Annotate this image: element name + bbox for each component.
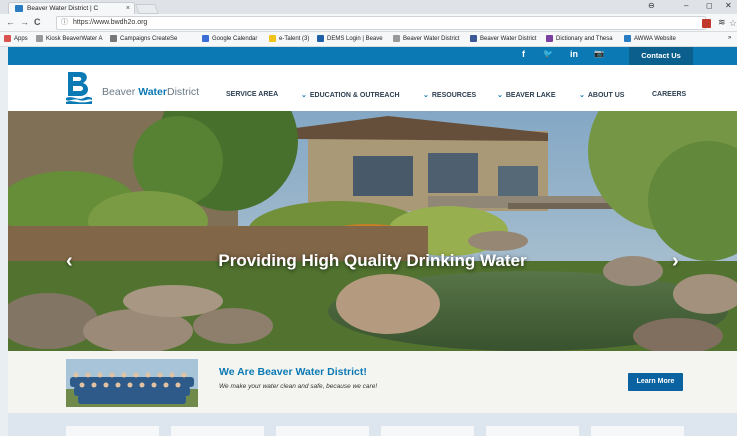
address-bar-row: ← → C ⓘ https://www.bwdh2o.org ☆ ≋ xyxy=(0,14,737,32)
instagram-icon[interactable]: 📷 xyxy=(594,49,604,58)
feature-card[interactable] xyxy=(486,426,579,436)
bookmark-apps[interactable]: Apps xyxy=(4,35,28,42)
browser-tab-bar: Beaver Water District | C × ⊖ – ◻ ✕ xyxy=(0,0,737,14)
page-icon xyxy=(393,35,400,42)
feature-card[interactable] xyxy=(276,426,369,436)
awwa-icon xyxy=(624,35,631,42)
facebook-icon[interactable]: f xyxy=(522,49,525,59)
chevron-down-icon: ⌄ xyxy=(301,92,307,99)
nav-service-area[interactable]: SERVICE AREA xyxy=(226,91,278,98)
url-text: https://www.bwdh2o.org xyxy=(73,19,148,26)
bookmark-item[interactable]: Google Calendar xyxy=(202,35,257,42)
twitter-icon[interactable]: 🐦 xyxy=(543,49,553,58)
beaver-water-logo-icon[interactable] xyxy=(66,71,92,104)
contact-us-button[interactable]: Contact Us xyxy=(629,47,693,65)
bookmark-star-icon[interactable]: ☆ xyxy=(729,17,737,29)
more-bookmarks-icon[interactable]: » xyxy=(728,35,731,41)
facebook-icon xyxy=(470,35,477,42)
hero-garden-photo xyxy=(8,111,737,351)
feature-card[interactable] xyxy=(66,426,159,436)
bookmark-item[interactable]: DEMS Login | Beave xyxy=(317,35,383,42)
bookmark-item[interactable]: Beaver Water District xyxy=(393,35,459,42)
bookmark-item[interactable]: AWWA Website xyxy=(624,35,676,42)
site-header: Beaver WaterDistrict SERVICE AREA ⌄ EDUCA… xyxy=(8,65,737,111)
chevron-down-icon: ⌄ xyxy=(579,92,585,99)
site-logo-text[interactable]: Beaver WaterDistrict xyxy=(102,86,199,98)
extension-icon[interactable] xyxy=(702,19,711,28)
page-icon xyxy=(36,35,43,42)
hero-title: Providing High Quality Drinking Water xyxy=(218,251,527,270)
feature-card[interactable] xyxy=(171,426,264,436)
intro-subtitle: We make your water clean and safe, becau… xyxy=(219,383,378,390)
forward-icon[interactable]: → xyxy=(20,17,29,27)
bookmark-item[interactable]: Campaigns CreateSe xyxy=(110,35,177,42)
dictionary-icon xyxy=(546,35,553,42)
hero-slider: Providing High Quality Drinking Water ‹ … xyxy=(8,111,737,351)
chevron-down-icon: ⌄ xyxy=(423,92,429,99)
layers-extension-icon[interactable]: ≋ xyxy=(718,17,726,28)
feature-cards-row xyxy=(8,413,737,436)
nav-careers[interactable]: CAREERS xyxy=(652,91,686,98)
bookmark-item[interactable]: e-Talent (3) xyxy=(269,35,309,42)
nav-about-us[interactable]: ⌄ ABOUT US xyxy=(579,91,624,99)
bookmark-item[interactable]: Dictionary and Thesa xyxy=(546,35,613,42)
url-field[interactable]: ⓘ https://www.bwdh2o.org ☆ xyxy=(56,16,737,30)
apps-grid-icon xyxy=(4,35,11,42)
slider-next-icon[interactable]: › xyxy=(672,250,679,273)
site-top-strip: f 🐦 in 📷 Contact Us xyxy=(8,47,737,65)
feature-card[interactable] xyxy=(591,426,684,436)
tab-title: Beaver Water District | C xyxy=(27,5,99,12)
bookmark-item[interactable]: Kiosk BeaverWater A xyxy=(36,35,102,42)
learn-more-button[interactable]: Learn More xyxy=(628,373,683,391)
calendar-icon xyxy=(202,35,209,42)
nav-education-outreach[interactable]: ⌄ EDUCATION & OUTREACH xyxy=(301,91,400,99)
reload-icon[interactable]: C xyxy=(34,17,41,27)
intro-title: We Are Beaver Water District! xyxy=(219,366,367,378)
campaigns-icon xyxy=(110,35,117,42)
staff-group-photo xyxy=(66,359,198,407)
nav-beaver-lake[interactable]: ⌄ BEAVER LAKE xyxy=(497,91,556,99)
tab-close-icon[interactable]: × xyxy=(126,3,130,14)
maximize-icon[interactable]: ◻ xyxy=(706,1,713,10)
new-tab-button[interactable] xyxy=(135,4,159,14)
close-window-icon[interactable]: ✕ xyxy=(725,1,732,10)
bookmarks-bar: Apps Kiosk BeaverWater A Campaigns Creat… xyxy=(0,32,737,47)
browser-tab[interactable]: Beaver Water District | C × xyxy=(8,2,135,14)
back-icon[interactable]: ← xyxy=(6,17,15,27)
dems-icon xyxy=(317,35,324,42)
nav-resources[interactable]: ⌄ RESOURCES xyxy=(423,91,476,99)
chevron-down-icon: ⌄ xyxy=(497,92,503,99)
info-icon[interactable]: ⓘ xyxy=(61,17,68,29)
minimize-icon[interactable]: – xyxy=(684,1,688,10)
linkedin-icon[interactable]: in xyxy=(570,49,578,59)
talent-icon xyxy=(269,35,276,42)
intro-band: We Are Beaver Water District! We make yo… xyxy=(8,351,737,413)
profile-icon[interactable]: ⊖ xyxy=(648,1,655,10)
bookmark-item[interactable]: Beaver Water District xyxy=(470,35,536,42)
feature-card[interactable] xyxy=(381,426,474,436)
site-favicon-icon xyxy=(15,5,23,12)
slider-prev-icon[interactable]: ‹ xyxy=(66,250,73,273)
